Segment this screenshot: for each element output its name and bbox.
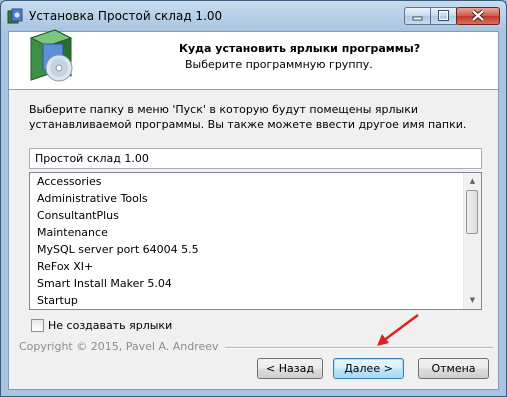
cancel-button[interactable]: Отмена: [418, 358, 489, 379]
back-button[interactable]: < Назад: [257, 358, 323, 379]
software-box-cd-icon: [29, 29, 73, 82]
list-item[interactable]: Accessories: [30, 173, 464, 190]
list-item[interactable]: Startup: [30, 292, 464, 309]
next-button[interactable]: Далее >: [333, 358, 404, 379]
scroll-up-button[interactable]: ▲: [464, 173, 481, 190]
program-group-input[interactable]: Простой склад 1.00: [29, 148, 482, 169]
annotation-arrow-icon: [377, 313, 419, 346]
minimize-button[interactable]: [404, 7, 431, 25]
setup-icon: [7, 8, 23, 24]
page-title: Куда установить ярлыки программы?: [179, 42, 421, 55]
list-item[interactable]: Smart Install Maker 5.04: [30, 275, 464, 292]
close-button[interactable]: [456, 7, 500, 25]
list-item[interactable]: ConsultantPlus: [30, 207, 464, 224]
scrollbar-thumb[interactable]: [466, 190, 478, 234]
window-title: Установка Простой склад 1.00: [29, 9, 223, 23]
installer-window: Установка Простой склад 1.00 Куда устано…: [0, 0, 507, 397]
no-shortcuts-label[interactable]: Не создавать ярлыки: [48, 319, 172, 332]
copyright-text: Copyright © 2015, Pavel A. Andreev: [19, 340, 225, 353]
start-menu-folder-list[interactable]: Accessories Administrative Tools Consult…: [29, 172, 482, 310]
wizard-header: Куда установить ярлыки программы? Выбери…: [9, 29, 498, 90]
arrow-down-icon: ▼: [469, 296, 476, 304]
arrow-up-icon: ▲: [469, 177, 476, 185]
instructions-text: Выберите папку в меню 'Пуск' в которую б…: [29, 103, 467, 131]
maximize-icon: [438, 10, 449, 21]
list-item[interactable]: ReFox XI+: [30, 258, 464, 275]
minimize-icon: [412, 16, 423, 21]
list-item[interactable]: Administrative Tools: [30, 190, 464, 207]
list-scrollbar[interactable]: ▲ ▼: [463, 173, 481, 309]
scroll-down-button[interactable]: ▼: [464, 292, 481, 309]
maximize-button[interactable]: [430, 7, 457, 25]
page-subtitle: Выберите программную группу.: [185, 58, 373, 71]
list-item[interactable]: MySQL server port 64004 5.5: [30, 241, 464, 258]
list-item[interactable]: Maintenance: [30, 224, 464, 241]
folder-list-items: Accessories Administrative Tools Consult…: [30, 173, 464, 309]
close-icon: [471, 9, 485, 22]
no-shortcuts-checkbox[interactable]: [31, 319, 44, 332]
